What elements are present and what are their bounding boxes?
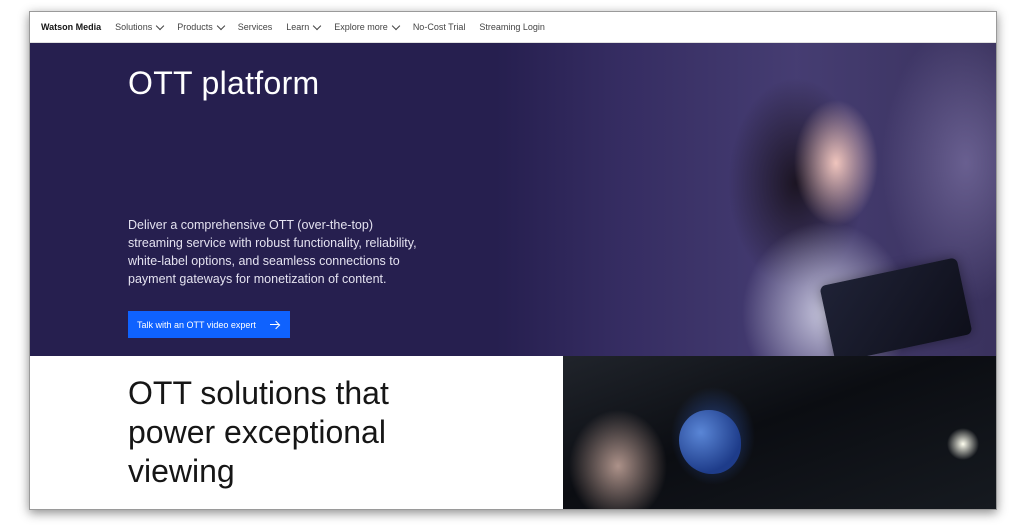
brand-link[interactable]: Watson Media — [30, 22, 115, 32]
nav-item-explore-more[interactable]: Explore more — [334, 21, 401, 32]
hero-title: OTT platform — [128, 65, 320, 101]
hero-image-woman-with-tablet — [496, 43, 996, 356]
chevron-down-icon — [155, 21, 165, 30]
nav-item-learn[interactable]: Learn — [286, 21, 322, 32]
chevron-down-icon — [391, 21, 401, 30]
nav-item-label: Solutions — [115, 22, 153, 32]
arrow-right-icon — [270, 321, 280, 329]
nav-item-products[interactable]: Products — [177, 21, 225, 32]
nav-item-solutions[interactable]: Solutions — [115, 21, 165, 32]
nav-item-label: Learn — [286, 22, 310, 32]
hero-description: Deliver a comprehensive OTT (over-the-to… — [128, 218, 417, 286]
tablet-illustration — [819, 257, 973, 356]
nav-item-label: Products — [177, 22, 213, 32]
chevron-down-icon — [313, 21, 322, 30]
nav-item-no-cost-trial[interactable]: No-Cost Trial — [413, 22, 466, 32]
cta-label: Talk with an OTT video expert — [137, 319, 256, 330]
hero-section: OTT platform Deliver a comprehensive OTT… — [30, 43, 996, 356]
boxing-glove-illustration — [679, 410, 741, 474]
top-navigation: Watson Media Solutions Products Services… — [30, 12, 996, 43]
nav-item-label: Explore more — [334, 22, 388, 32]
boxer-image — [563, 356, 996, 509]
browser-frame: Watson Media Solutions Products Services… — [29, 11, 997, 510]
nav-item-services[interactable]: Services — [238, 22, 273, 32]
section-title: OTT solutions that power exceptional vie… — [128, 375, 389, 489]
talk-with-expert-button[interactable]: Talk with an OTT video expert — [128, 311, 290, 338]
nav-item-streaming-login[interactable]: Streaming Login — [479, 22, 545, 32]
nav-item-label: Streaming Login — [479, 22, 545, 32]
chevron-down-icon — [216, 21, 225, 30]
nav-item-label: No-Cost Trial — [412, 22, 466, 32]
nav-item-label: Services — [237, 22, 273, 32]
